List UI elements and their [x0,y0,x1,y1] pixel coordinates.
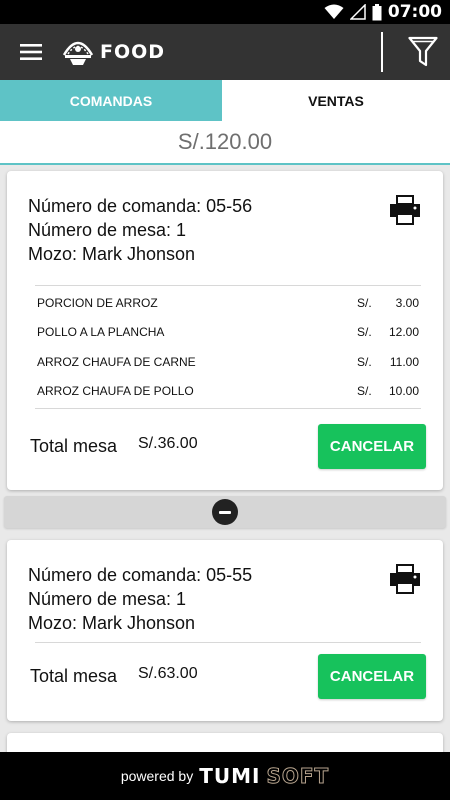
table-total-value: S/.63.00 [138,665,198,682]
waiter-name: Mozo: Mark Jhonson [28,244,196,264]
tab-bar: COMANDAS VENTAS [0,80,450,121]
funnel-icon [408,36,438,67]
print-button[interactable] [389,564,421,594]
order-footer: Total mesa S/.63.00 CANCELAR [7,654,443,702]
status-time: 07:00 [387,2,442,22]
powered-by-text: powered by [120,768,194,784]
item-currency: S/. [357,325,372,340]
powered-by-footer: powered by TUMI SOFT [0,752,450,800]
list-item: POLLO A LA PLANCHA S/. 12.00 [35,318,421,348]
app-bar: FOOD [0,24,450,80]
cancel-button[interactable]: CANCELAR [318,424,426,469]
order-header: Número de comanda: 05-56 Número de mesa:… [7,171,443,266]
item-currency: S/. [357,354,372,369]
print-button[interactable] [389,195,421,225]
order-number: Número de comanda: 05-55 [28,565,253,585]
hamburger-icon [20,44,42,60]
status-bar: 07:00 [0,0,450,24]
menu-button[interactable] [0,24,62,80]
wifi-icon [324,4,344,19]
table-total-label: Total mesa [30,436,118,456]
order-card [7,733,443,752]
item-price: 3.00 [395,295,419,310]
order-items: PORCION DE ARROZ S/. 3.00 POLLO A LA PLA… [35,285,421,409]
list-item: ARROZ CHAUFA DE CARNE S/. 11.00 [35,347,421,377]
item-name: PORCION DE ARROZ [37,295,158,310]
cancel-button[interactable]: CANCELAR [318,654,426,699]
printer-icon [390,564,420,594]
filter-button[interactable] [398,32,448,72]
list-item: ARROZ CHAUFA DE POLLO S/. 10.00 [35,377,421,407]
waiter-name: Mozo: Mark Jhonson [28,613,196,633]
brand-soft: SOFT [266,764,330,789]
order-header: Número de comanda: 05-55 Número de mesa:… [7,540,443,635]
table-total-value: S/.36.00 [138,435,198,452]
item-currency: S/. [357,384,372,399]
signal-icon [349,4,366,20]
table-number: Número de mesa: 1 [28,220,187,240]
item-price: 11.00 [389,354,419,369]
item-currency: S/. [357,295,372,310]
logo-emblem-icon [62,41,94,65]
tab-comandas[interactable]: COMANDAS [0,80,222,121]
collapse-bar[interactable] [4,496,446,528]
order-number: Número de comanda: 05-56 [28,196,253,216]
app-logo: FOOD [62,37,165,67]
app-bar-divider [381,32,383,72]
item-name: POLLO A LA PLANCHA [37,325,165,340]
divider [35,642,421,643]
item-name: ARROZ CHAUFA DE CARNE [37,354,196,369]
grand-total: S/.120.00 [0,121,450,165]
tab-ventas[interactable]: VENTAS [222,80,450,121]
battery-icon [372,3,382,20]
printer-icon [390,195,420,225]
table-total-label: Total mesa [30,666,118,686]
order-card: Número de comanda: 05-56 Número de mesa:… [7,171,443,490]
order-footer: Total mesa S/.36.00 CANCELAR [7,424,443,472]
order-list[interactable]: Número de comanda: 05-56 Número de mesa:… [0,165,450,752]
list-item: PORCION DE ARROZ S/. 3.00 [35,288,421,318]
item-price: 10.00 [388,384,419,399]
brand-tumi: TUMI [199,764,261,788]
item-price: 12.00 [388,325,419,340]
app-logo-text: FOOD [100,41,166,63]
item-name: ARROZ CHAUFA DE POLLO [37,384,194,399]
order-card: Número de comanda: 05-55 Número de mesa:… [7,540,443,721]
collapse-icon[interactable] [212,499,238,525]
table-number: Número de mesa: 1 [28,589,187,609]
